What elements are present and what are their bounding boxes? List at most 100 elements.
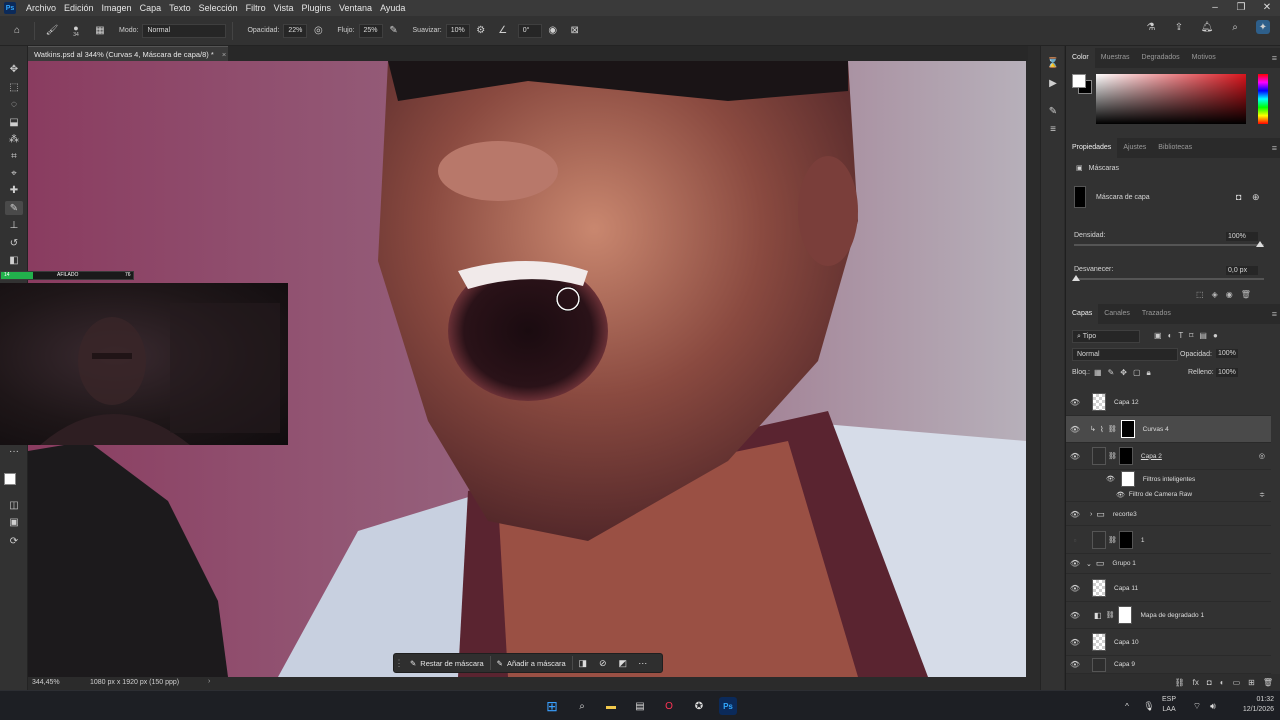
foreground-swatch[interactable] bbox=[1072, 74, 1086, 88]
file-explorer-icon[interactable]: ▬ bbox=[602, 697, 620, 715]
layer-opacity-field[interactable]: 100% bbox=[1216, 349, 1238, 358]
tray-overflow-icon[interactable]: ^ bbox=[1118, 697, 1136, 715]
drag-handle-icon[interactable]: ⋮ bbox=[394, 658, 404, 669]
tab-color[interactable]: Color bbox=[1066, 48, 1095, 68]
density-slider-thumb[interactable] bbox=[1256, 241, 1264, 247]
lock-all-icon[interactable]: 🔒︎ bbox=[1147, 368, 1151, 378]
visibility-eye-icon[interactable]: 👁︎ bbox=[1066, 398, 1084, 407]
menu-imagen[interactable]: Imagen bbox=[98, 0, 136, 16]
bell-icon[interactable]: 🔔︎ bbox=[1200, 20, 1214, 34]
color-picker-field[interactable] bbox=[1096, 74, 1246, 124]
menu-ayuda[interactable]: Ayuda bbox=[376, 0, 409, 16]
filter-toggle-icon[interactable]: ● bbox=[1213, 331, 1218, 340]
visibility-eye-icon[interactable]: 👁︎ bbox=[1106, 475, 1115, 483]
lock-pixels-icon[interactable]: ✎ bbox=[1108, 368, 1115, 378]
close-icon[interactable]: ✕ bbox=[1254, 0, 1280, 16]
adjustments-icon[interactable]: ≡ bbox=[1046, 124, 1060, 138]
filter-adjustment-icon[interactable]: ◐ bbox=[1168, 331, 1173, 340]
search-icon[interactable]: ⌕ bbox=[573, 697, 591, 715]
new-layer-icon[interactable]: ⊞ bbox=[1248, 678, 1255, 687]
beaker-icon[interactable]: ⚗ bbox=[1144, 20, 1158, 34]
stamp-tool-icon[interactable]: ⊥ bbox=[5, 218, 23, 232]
tab-patterns[interactable]: Motivos bbox=[1186, 48, 1222, 68]
panel-menu-icon[interactable]: ≡ bbox=[1272, 143, 1277, 153]
group-expand-icon[interactable]: ⌄ bbox=[1086, 560, 1092, 568]
layer-row[interactable]: 👁︎ Capa 10 bbox=[1066, 629, 1271, 656]
smart-filter-toggle-icon[interactable]: ◎ bbox=[1259, 452, 1265, 460]
select-mask-icon[interactable]: ◘ bbox=[1236, 192, 1241, 202]
windows-start-icon[interactable]: ⊞ bbox=[543, 697, 561, 715]
tab-channels[interactable]: Canales bbox=[1098, 304, 1136, 324]
menu-ventana[interactable]: Ventana bbox=[335, 0, 376, 16]
brush-tool-icon[interactable]: ✎ bbox=[5, 201, 23, 215]
panel-menu-icon[interactable]: ≡ bbox=[1272, 53, 1277, 63]
layer-row-selected[interactable]: 👁︎ ↳ ⌇ ⛓︎ Curvas 4 bbox=[1066, 416, 1271, 443]
app-icon[interactable]: ✪ bbox=[690, 697, 708, 715]
visibility-eye-icon[interactable]: 👁︎ bbox=[1066, 638, 1084, 647]
link-layers-icon[interactable]: ⛓︎ bbox=[1175, 678, 1185, 687]
marquee-tool-icon[interactable]: ⬚ bbox=[5, 80, 23, 94]
delete-layer-icon[interactable]: 🗑︎ bbox=[1263, 678, 1273, 687]
menu-seleccion[interactable]: Selección bbox=[195, 0, 242, 16]
restore-icon[interactable]: ❐ bbox=[1228, 0, 1254, 16]
flow-field[interactable]: 25% bbox=[358, 23, 383, 38]
opacity-field[interactable]: 22% bbox=[283, 23, 308, 38]
lock-transparency-icon[interactable]: ▦ bbox=[1094, 368, 1102, 378]
pressure-size-icon[interactable]: ◉ bbox=[546, 24, 560, 38]
discover-icon[interactable]: ✦ bbox=[1256, 20, 1270, 34]
visibility-icon[interactable]: ◉ bbox=[1226, 290, 1233, 299]
layer-filter-select[interactable]: ⌕ Tipo bbox=[1072, 330, 1140, 343]
visibility-eye-icon[interactable]: 👁︎ bbox=[1066, 611, 1084, 620]
tab-layers[interactable]: Capas bbox=[1066, 304, 1099, 324]
menu-plugins[interactable]: Plugins bbox=[298, 0, 336, 16]
group-row[interactable]: 👁︎ ⌄ ▭ Grupo 1 bbox=[1066, 554, 1271, 574]
menu-filtro[interactable]: Filtro bbox=[242, 0, 270, 16]
visibility-eye-icon[interactable]: 👁︎ bbox=[1066, 660, 1084, 669]
volume-icon[interactable]: 🔊︎ bbox=[1204, 697, 1222, 715]
lasso-tool-icon[interactable]: ◌ bbox=[5, 97, 23, 111]
move-tool-icon[interactable]: ✥ bbox=[5, 62, 23, 76]
new-adjustment-icon[interactable]: ◐ bbox=[1220, 678, 1225, 687]
magic-wand-icon[interactable]: ⁂ bbox=[5, 132, 23, 146]
mode-select[interactable]: Normal bbox=[142, 23, 227, 38]
language-indicator[interactable]: ESP LAA bbox=[1162, 695, 1176, 715]
filter-pixel-icon[interactable]: ▣ bbox=[1154, 331, 1162, 340]
density-slider[interactable] bbox=[1074, 244, 1264, 246]
history-icon[interactable]: ⌛ bbox=[1046, 58, 1060, 72]
layer-row[interactable]: 👁︎ ◧ ⛓︎ Mapa de degradado 1 bbox=[1066, 602, 1271, 629]
filter-options-icon[interactable]: ≑ bbox=[1259, 491, 1265, 499]
lock-position-icon[interactable]: ✥ bbox=[1120, 368, 1127, 378]
smoothing-settings-icon[interactable]: ⚙ bbox=[474, 24, 488, 38]
brush-settings-icon[interactable]: ✎ bbox=[1046, 106, 1060, 120]
visibility-eye-icon[interactable]: 👁︎ bbox=[1066, 510, 1084, 519]
visibility-eye-icon[interactable]: 👁︎ bbox=[1066, 559, 1084, 568]
visibility-eye-icon[interactable]: ▫ bbox=[1066, 536, 1084, 545]
more-tools-icon[interactable]: ··· bbox=[5, 444, 23, 458]
visibility-eye-icon[interactable]: 👁︎ bbox=[1116, 491, 1125, 499]
screen-mode-icon[interactable]: ▣ bbox=[5, 515, 23, 529]
filter-shape-icon[interactable]: ⌑ bbox=[1189, 331, 1193, 340]
fill-field[interactable]: 100% bbox=[1216, 368, 1238, 377]
object-selection-icon[interactable]: ⬓ bbox=[5, 115, 23, 129]
eraser-tool-icon[interactable]: ◧ bbox=[5, 253, 23, 267]
zoom-level[interactable]: 344,45% bbox=[32, 679, 60, 686]
pixel-mask-icon[interactable]: ▣ bbox=[1076, 164, 1083, 172]
quick-mask-icon[interactable]: ◫ bbox=[5, 498, 23, 512]
feather-slider-thumb[interactable] bbox=[1072, 275, 1080, 281]
menu-capa[interactable]: Capa bbox=[136, 0, 166, 16]
visibility-eye-icon[interactable]: 👁︎ bbox=[1066, 452, 1084, 461]
close-tab-icon[interactable]: × bbox=[222, 50, 226, 59]
healing-brush-icon[interactable]: ✚ bbox=[5, 183, 23, 197]
visibility-eye-icon[interactable]: 👁︎ bbox=[1066, 584, 1084, 593]
tab-adjustments[interactable]: Ajustes bbox=[1117, 138, 1152, 158]
vector-mask-icon[interactable]: ⊕ bbox=[1252, 192, 1260, 203]
status-chevron-icon[interactable]: › bbox=[208, 678, 210, 685]
brush-preset-picker[interactable]: ● 34 bbox=[67, 23, 85, 38]
layer-row[interactable]: 👁︎ Capa 12 bbox=[1066, 389, 1271, 416]
airbrush-icon[interactable]: ✎ bbox=[387, 24, 401, 38]
tab-properties[interactable]: Propiedades bbox=[1066, 138, 1118, 158]
tab-swatches[interactable]: Muestras bbox=[1095, 48, 1136, 68]
microphone-icon[interactable]: 🎙︎ bbox=[1140, 697, 1158, 715]
feather-slider[interactable] bbox=[1074, 278, 1264, 280]
load-selection-icon[interactable]: ⬚ bbox=[1196, 290, 1204, 299]
